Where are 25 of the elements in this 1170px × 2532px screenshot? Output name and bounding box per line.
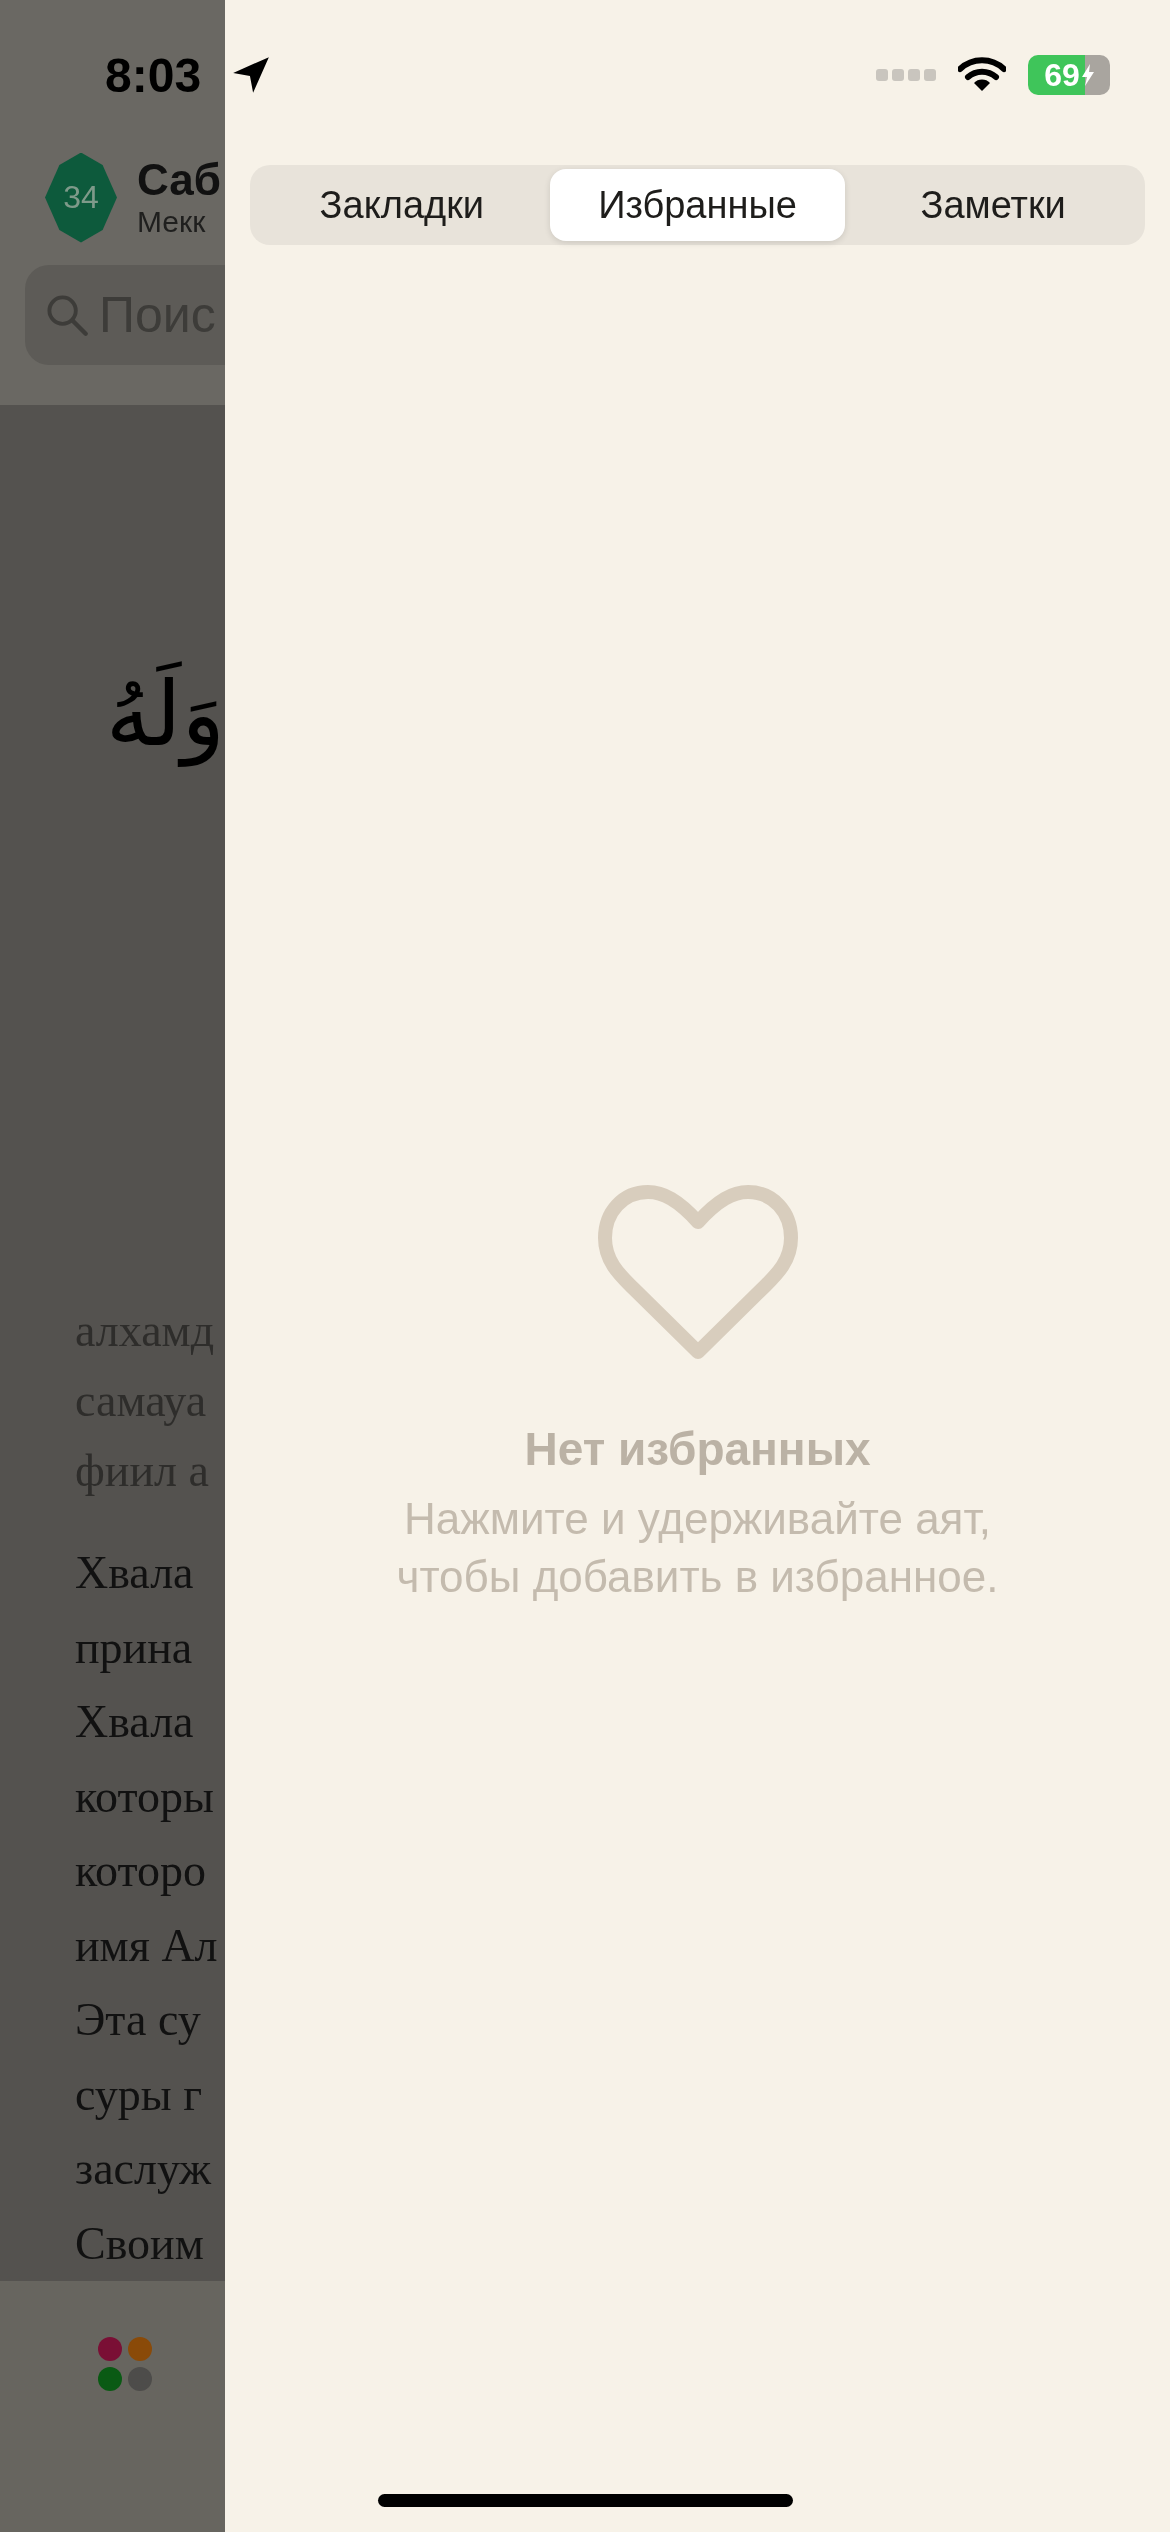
translation-text: суры г — [75, 2067, 204, 2122]
translation-text: заслуж — [75, 2142, 213, 2196]
translation-text: которы — [75, 1769, 215, 1824]
surah-number-badge: 34 — [45, 152, 117, 243]
empty-state-message: Нажмите и удерживайте аят, чтобы добавить в избранное. — [395, 1493, 1000, 1603]
tab[interactable]: Избранные — [549, 169, 846, 241]
translation-text: Хвала — [75, 1695, 195, 1749]
empty-state-title: Нет избранных — [524, 1422, 871, 1476]
search-icon — [45, 293, 89, 337]
arabic-verse-text: وَلَهُ — [105, 661, 225, 766]
translation-text: прина — [75, 1620, 194, 1675]
translation-text: Эта су — [75, 1993, 202, 2047]
four-dots-icon[interactable] — [98, 2337, 154, 2393]
translation-text: Своим — [75, 2216, 205, 2271]
signal-icon — [876, 67, 936, 83]
translation-text: Хвала — [75, 1546, 195, 1600]
tab[interactable]: Закладки — [254, 169, 550, 241]
tab[interactable]: Заметки — [845, 169, 1141, 241]
wifi-icon — [958, 57, 1006, 93]
surah-title: Саб — [137, 156, 221, 205]
battery-indicator: 69 — [1028, 55, 1110, 95]
translation-text: имя Ал — [75, 1918, 219, 1973]
translation-text: которо — [75, 1844, 207, 1898]
surah-subtitle: Мекк — [137, 204, 207, 239]
status-time: 8:03 — [105, 47, 202, 103]
